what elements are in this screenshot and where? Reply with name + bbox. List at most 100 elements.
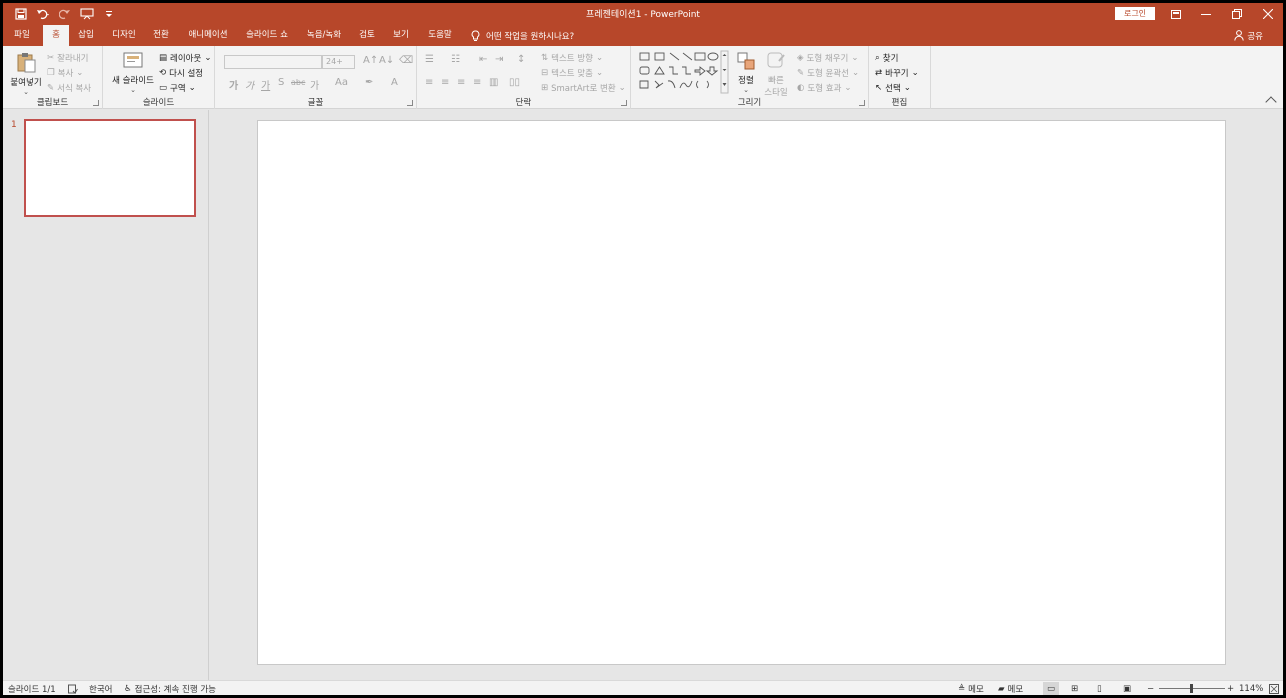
share-button[interactable]: 공유 — [1234, 25, 1263, 46]
layout-button[interactable]: ▤ 레이아웃 ⌄ — [159, 52, 211, 64]
decrease-indent-icon[interactable]: ⇤ — [479, 54, 487, 65]
align-text-label: 텍스트 맞춤 — [551, 69, 593, 79]
slide-sorter-icon[interactable]: ⊞ — [1071, 682, 1078, 695]
new-slide-button[interactable]: 새 슬라이드 ⌄ — [108, 51, 158, 94]
spell-check-icon[interactable] — [68, 682, 78, 695]
replace-button[interactable]: ⇄ 바꾸기 ⌄ — [875, 67, 919, 79]
text-direction-button[interactable]: ⇅ 텍스트 방향 ⌄ — [541, 52, 603, 64]
distributed-icon[interactable]: ▥ — [489, 77, 498, 88]
slideshow-view-icon[interactable]: ▣ — [1123, 682, 1131, 695]
font-group-label: 글꼴 — [307, 98, 324, 108]
slide-thumbnail-number: 1 — [11, 120, 17, 130]
shape-outline-button[interactable]: ✎ 도형 윤곽선 ⌄ — [797, 67, 859, 79]
line-spacing-icon[interactable]: ↕ — [517, 54, 525, 65]
grow-font-icon[interactable]: A↑ — [363, 55, 378, 66]
align-right-icon[interactable]: ≡ — [457, 77, 465, 88]
shapes-gallery[interactable] — [637, 50, 729, 94]
tab-slideshow[interactable]: 슬라이드 쇼 — [241, 25, 293, 46]
italic-button[interactable]: 가 — [245, 77, 254, 92]
align-text-button[interactable]: ⊟ 텍스트 맞춤 ⌄ — [541, 67, 603, 79]
justify-icon[interactable]: ≡ — [473, 77, 481, 88]
slide-thumbnail[interactable] — [24, 119, 196, 217]
shape-effects-button[interactable]: ◐ 도형 효과 ⌄ — [797, 82, 852, 94]
highlight-icon[interactable]: ✒ — [365, 77, 373, 88]
select-button[interactable]: ↖ 선택 ⌄ — [875, 82, 911, 94]
copy-icon: ❐ — [47, 68, 55, 78]
font-color-icon[interactable]: A — [391, 77, 398, 88]
tab-file[interactable]: 파일 — [7, 25, 37, 46]
shrink-font-icon[interactable]: A↓ — [379, 55, 394, 66]
accessibility-status[interactable]: ♿ 접근성: 계속 진행 가능 — [124, 682, 216, 695]
slides-group: 새 슬라이드 ⌄ ▤ 레이아웃 ⌄ ⟲ 다시 설정 ▭ 구역 ⌄ 슬라이드 — [103, 46, 215, 109]
font-size-combo[interactable]: 24+ — [322, 55, 355, 69]
scissors-icon: ✂ — [47, 53, 55, 63]
paste-button[interactable]: 붙여넣기 ⌄ — [8, 51, 44, 96]
tab-review[interactable]: 검토 — [354, 25, 380, 46]
tab-help[interactable]: 도움말 — [423, 25, 457, 46]
bullets-icon[interactable]: ☰ — [425, 54, 434, 65]
chevron-down-icon: ⌄ — [851, 68, 860, 78]
numbering-icon[interactable]: ☷ — [451, 54, 460, 65]
dialog-launcher-icon[interactable] — [859, 100, 865, 106]
dialog-launcher-icon[interactable] — [621, 100, 627, 106]
smartart-label: SmartArt로 변환 — [551, 84, 616, 94]
tab-recording[interactable]: 녹음/녹화 — [300, 25, 348, 46]
zoom-in-button[interactable]: + — [1227, 682, 1234, 695]
section-icon: ▭ — [159, 83, 168, 93]
dialog-launcher-icon[interactable] — [407, 100, 413, 106]
align-center-icon[interactable]: ≡ — [441, 77, 449, 88]
layout-icon: ▤ — [159, 53, 168, 63]
collapse-ribbon-icon[interactable] — [1265, 96, 1277, 108]
restore-icon[interactable] — [1222, 3, 1252, 25]
tell-me-box[interactable]: 어떤 작업을 원하시나요? — [471, 25, 574, 46]
tab-transitions[interactable]: 전환 — [148, 25, 174, 46]
shape-outline-label: 도형 윤곽선 — [807, 69, 849, 79]
reading-view-icon[interactable]: ▯ — [1097, 682, 1102, 695]
zoom-out-button[interactable]: − — [1147, 682, 1154, 695]
strikethrough-button[interactable]: abc — [291, 78, 305, 87]
comments-label: 메모 — [1007, 684, 1024, 695]
comments-button[interactable]: ▰ 메모 — [998, 682, 1023, 695]
reset-button[interactable]: ⟲ 다시 설정 — [159, 67, 203, 79]
underline-button[interactable]: 가 — [261, 77, 270, 92]
section-button[interactable]: ▭ 구역 ⌄ — [159, 82, 196, 94]
increase-indent-icon[interactable]: ⇥ — [495, 54, 503, 65]
cut-button[interactable]: ✂ 잘라내기 — [47, 52, 88, 64]
tab-insert[interactable]: 삽입 — [73, 25, 99, 46]
normal-view-icon[interactable]: ▭ — [1043, 682, 1059, 695]
character-spacing-button[interactable]: 가 — [310, 77, 319, 92]
zoom-slider-thumb[interactable] — [1190, 684, 1193, 693]
tab-animations[interactable]: 애니메이션 — [183, 25, 233, 46]
columns-icon[interactable]: ▯▯ — [509, 77, 520, 88]
shadow-button[interactable]: S — [278, 77, 284, 88]
copy-button[interactable]: ❐ 복사 ⌄ — [47, 67, 83, 79]
dialog-launcher-icon[interactable] — [93, 100, 99, 106]
find-button[interactable]: ⌕ 찾기 — [875, 52, 898, 64]
tab-view[interactable]: 보기 — [388, 25, 414, 46]
shape-fill-button[interactable]: ◈ 도형 채우기 ⌄ — [797, 52, 858, 64]
font-name-combo[interactable] — [224, 55, 322, 69]
fit-to-window-icon[interactable] — [1269, 682, 1279, 695]
pen-icon: ✎ — [797, 68, 805, 78]
tab-design[interactable]: 디자인 — [107, 25, 141, 46]
chevron-down-icon: ⌄ — [130, 86, 136, 94]
close-icon[interactable] — [1253, 3, 1283, 25]
ribbon-display-icon[interactable] — [1161, 3, 1191, 25]
quick-styles-button[interactable]: 빠른 스타일 — [759, 51, 793, 98]
tab-home[interactable]: 홈 — [43, 25, 69, 46]
paint-bucket-icon: ◈ — [797, 53, 804, 63]
login-button[interactable]: 로그인 — [1115, 7, 1155, 20]
align-left-icon[interactable]: ≡ — [425, 77, 433, 88]
format-painter-button[interactable]: ✎ 서식 복사 — [47, 82, 91, 94]
change-case-button[interactable]: Aa — [335, 77, 348, 88]
bold-button[interactable]: 가 — [229, 77, 238, 92]
slide-canvas[interactable] — [257, 120, 1226, 665]
quick-styles-label-1: 빠른 — [768, 76, 784, 86]
language-status[interactable]: 한국어 — [89, 682, 112, 695]
minimize-icon[interactable] — [1191, 3, 1221, 25]
notes-button[interactable]: ≜ 메모 — [958, 682, 984, 695]
clear-format-icon[interactable]: ⌫ — [399, 55, 413, 66]
zoom-level[interactable]: 114% — [1239, 682, 1263, 695]
smartart-button[interactable]: ⊞ SmartArt로 변환 ⌄ — [541, 82, 626, 94]
arrange-button[interactable]: 정렬 ⌄ — [732, 51, 760, 94]
